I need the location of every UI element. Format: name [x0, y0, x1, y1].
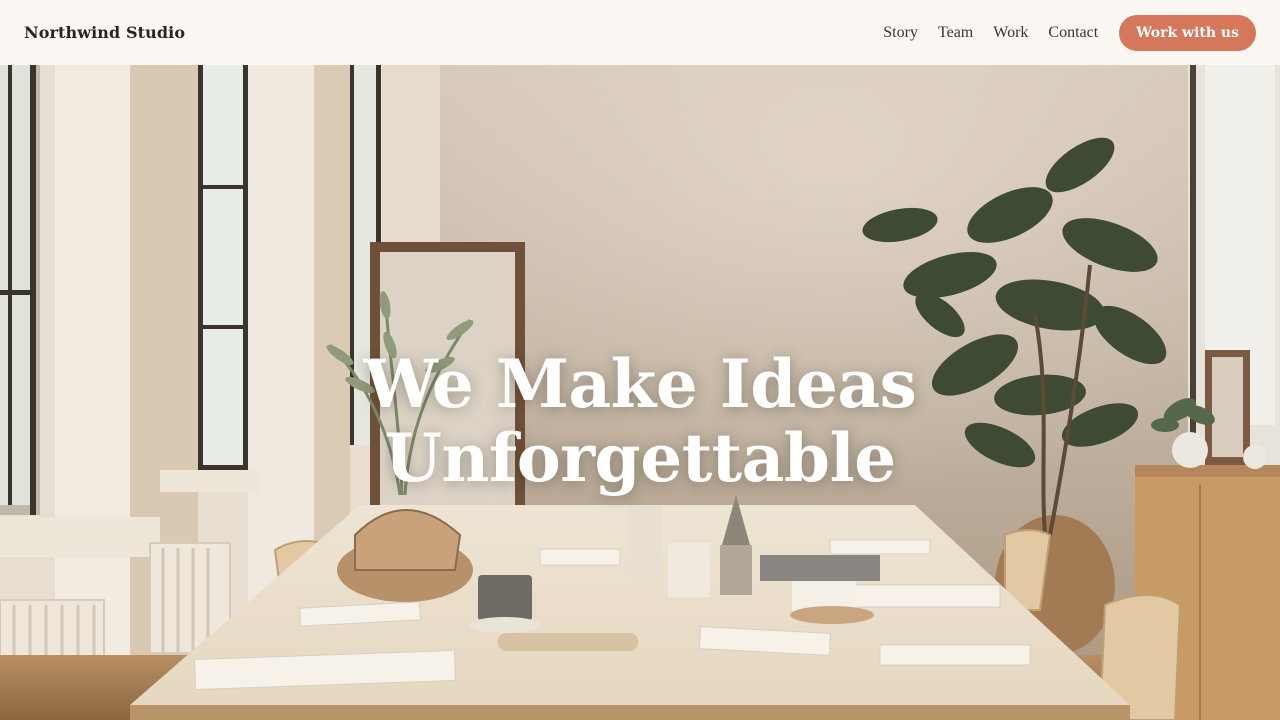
nav-link-story[interactable]: Story [883, 24, 918, 42]
hero-headline: We Make Ideas Unforgettable [0, 347, 1280, 495]
nav-link-team[interactable]: Team [938, 24, 973, 42]
brand-logo[interactable]: Northwind Studio [24, 23, 185, 42]
nav-link-contact[interactable]: Contact [1048, 24, 1098, 42]
hero-section: We Make Ideas Unforgettable [0, 65, 1280, 720]
top-navbar: Northwind Studio Story Team Work Contact… [0, 0, 1280, 65]
hero-headline-line-1: We Make Ideas [363, 345, 917, 423]
nav-link-work[interactable]: Work [993, 24, 1028, 42]
hero-headline-line-2: Unforgettable [384, 419, 896, 497]
work-with-us-button[interactable]: Work with us [1119, 14, 1256, 51]
main-nav: Story Team Work Contact Work with us [883, 14, 1256, 51]
